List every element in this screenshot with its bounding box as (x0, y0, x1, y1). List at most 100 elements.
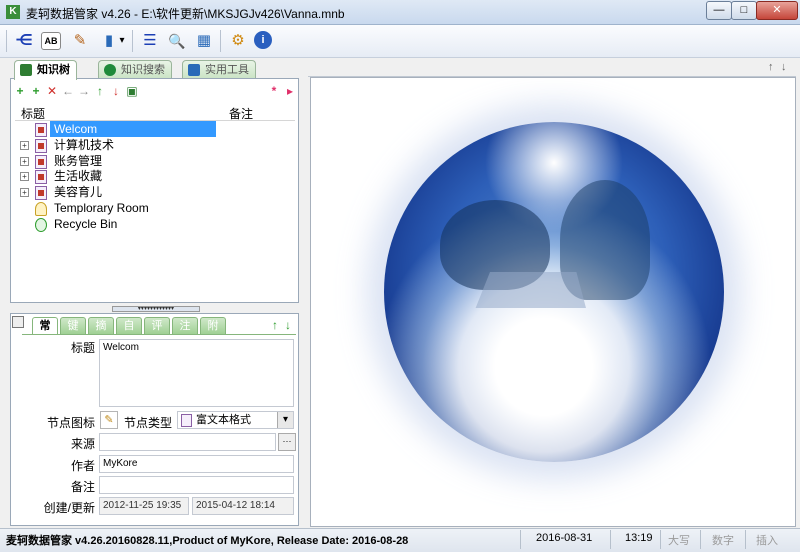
author-label: 作者 (70, 459, 95, 473)
status-num-lock: 数字 (712, 535, 734, 547)
status-insert-mode: 插入 (756, 535, 778, 547)
prop-tab-divider (22, 334, 296, 335)
rich-text-icon (181, 414, 192, 427)
prop-move-down-icon[interactable]: ↓ (285, 318, 291, 332)
status-caps-lock: 大写 (668, 535, 690, 547)
text-ab-icon[interactable]: AB (41, 32, 61, 50)
node-type-select[interactable]: 富文本格式 ▾ (177, 411, 294, 429)
status-separator (520, 530, 521, 549)
status-separator (610, 530, 611, 549)
book-dropdown-icon[interactable]: ▾ (116, 29, 128, 53)
updated-time-field: 2015-04-12 18:14 (192, 497, 294, 515)
status-separator (700, 530, 701, 549)
column-note-header[interactable]: 备注 (229, 105, 253, 122)
folder-box-icon (35, 202, 47, 216)
content-down-icon[interactable]: ↓ (781, 61, 787, 73)
search-tab-icon (104, 64, 116, 76)
prop-tab-keys[interactable]: 键 (60, 317, 86, 334)
more-arrow-icon[interactable]: ▸ (284, 84, 296, 98)
tab-label: 知识树 (37, 64, 70, 76)
tools-icon[interactable]: ⚙ (226, 29, 250, 53)
node-icon-label: 节点图标 (46, 416, 95, 430)
outline-icon[interactable]: ☰ (138, 29, 162, 53)
source-browse-button[interactable]: ··· (278, 433, 296, 451)
content-header (308, 58, 796, 77)
tree-row-label: Recycle Bin (54, 217, 118, 231)
search-icon[interactable]: 🔍 (165, 29, 189, 53)
created-time-field: 2012-11-25 19:35 (99, 497, 189, 515)
info-icon[interactable]: i (254, 31, 272, 49)
status-date: 2016-08-31 (536, 532, 593, 544)
prop-tab-general[interactable]: 常 (32, 317, 58, 334)
title-label: 标题 (70, 341, 95, 355)
prop-tab-custom[interactable]: 自 (116, 317, 142, 334)
tree-row-label: 美容育儿 (54, 185, 103, 199)
expand-icon[interactable]: + (20, 188, 29, 197)
toolbar-separator (132, 30, 133, 52)
save-node-icon[interactable]: ▣ (126, 84, 138, 98)
title-field[interactable]: Welcom (99, 339, 294, 407)
recycle-bin-icon (35, 218, 47, 232)
properties-panel-icon (12, 316, 24, 328)
grid-tab-icon (188, 64, 200, 76)
tree-tab-icon (20, 64, 32, 76)
expand-icon[interactable]: + (20, 172, 29, 181)
tree-row-label: Templorary Room (54, 201, 149, 215)
move-left-icon[interactable]: ← (62, 84, 74, 98)
status-product-info: 麦轲数据管家 v4.26.20160828.11,Product of MyKo… (6, 535, 409, 547)
tree-row-label: Welcom (50, 121, 216, 137)
note-label: 备注 (70, 480, 95, 494)
source-label: 来源 (70, 437, 95, 451)
created-updated-label: 创建/更新 (43, 501, 95, 515)
app-icon: K (6, 5, 20, 19)
expand-icon[interactable]: + (20, 141, 29, 150)
chevron-down-icon[interactable]: ▾ (277, 412, 293, 428)
prop-tab-summary[interactable]: 摘 (88, 317, 114, 334)
expand-icon[interactable]: + (20, 157, 29, 166)
window-title: 麦轲数据管家 v4.26 - E:\软件更新\MKSJGJv426\Vanna.… (26, 7, 345, 21)
tree-toggle-icon[interactable]: ⋲ (12, 29, 36, 53)
tab-label: 实用工具 (205, 64, 249, 76)
document-node-icon (35, 123, 47, 137)
maximize-button[interactable]: □ (731, 1, 757, 20)
tab-label: 知识搜索 (121, 64, 165, 76)
content-up-icon[interactable]: ↑ (768, 61, 774, 73)
author-field[interactable]: MyKore (99, 455, 294, 473)
source-field[interactable] (99, 433, 276, 451)
prop-tab-notes[interactable]: 注 (172, 317, 198, 334)
delete-icon[interactable]: ✕ (46, 84, 58, 98)
status-separator (660, 530, 661, 549)
star-icon[interactable]: * (268, 84, 280, 98)
edit-note-icon[interactable]: ✎ (68, 29, 92, 53)
tree-column-header: 标题 备注 (15, 105, 295, 121)
move-right-icon[interactable]: → (78, 84, 90, 98)
move-up-icon[interactable]: ↑ (94, 84, 106, 98)
tab-knowledge-tree[interactable]: 知识树 (14, 60, 77, 80)
tree-row-label: 计算机技术 (54, 138, 115, 152)
tree-row-label: 生活收藏 (54, 169, 103, 183)
prop-move-up-icon[interactable]: ↑ (272, 318, 278, 332)
calendar-table-icon[interactable]: ▦ (192, 29, 216, 53)
status-time: 13:19 (625, 532, 653, 544)
document-node-icon (35, 170, 47, 184)
note-field[interactable] (99, 476, 294, 494)
document-node-icon (35, 139, 47, 153)
tab-utilities[interactable]: 实用工具 (182, 60, 256, 79)
splitter-grip-icon[interactable]: ▾▾▾▾▾▾▾▾▾▾▾▾ (112, 306, 200, 312)
column-title-header[interactable]: 标题 (21, 105, 45, 122)
tree-row-label: 账务管理 (54, 154, 103, 168)
document-node-icon (35, 155, 47, 169)
add-child-icon[interactable]: + (14, 84, 26, 98)
document-node-icon (35, 186, 47, 200)
minimize-button[interactable]: — (706, 1, 732, 20)
tree-row-welcom[interactable]: Welcom (20, 121, 230, 137)
toolbar-grip (6, 30, 7, 52)
move-down-icon[interactable]: ↓ (110, 84, 122, 98)
tab-knowledge-search[interactable]: 知识搜索 (98, 60, 172, 79)
prop-tab-attachments[interactable]: 附 (200, 317, 226, 334)
close-button[interactable]: ✕ (756, 1, 798, 20)
add-sibling-icon[interactable]: + (30, 84, 42, 98)
node-type-label: 节点类型 (123, 416, 172, 430)
prop-tab-review[interactable]: 评 (144, 317, 170, 334)
status-separator (745, 530, 746, 549)
